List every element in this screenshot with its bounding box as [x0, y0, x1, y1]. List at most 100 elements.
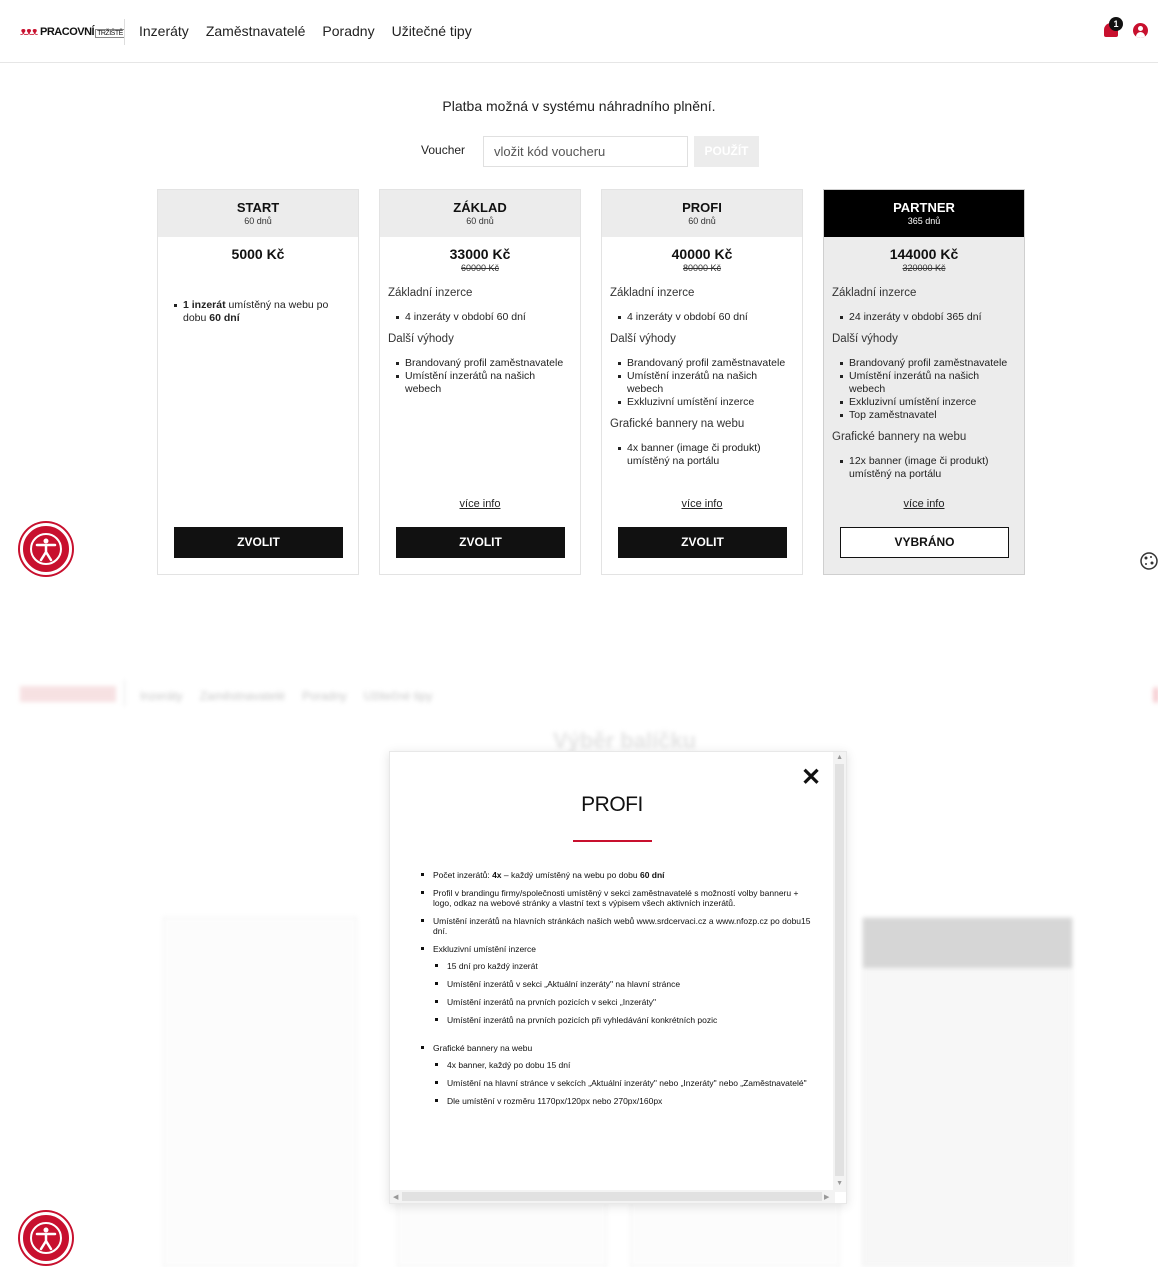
list-item: Počet inzerátů: 4x – každý umístěný na w… — [419, 870, 811, 880]
notification-badge: 1 — [1109, 17, 1123, 31]
list-item: Brandovaný profil zaměstnavatele — [618, 357, 794, 370]
selected-button[interactable]: VYBRÁNO — [840, 527, 1009, 558]
sub-list-item: Umístění inzerátů v sekci „Aktuální inze… — [433, 979, 811, 989]
user-icon[interactable] — [1133, 23, 1148, 38]
logo-text: PRACOVNÍ TRŽIŠTĚ — [40, 26, 125, 38]
scroll-right-arrow-icon[interactable]: ▶ — [824, 1193, 829, 1201]
section-title: Grafické bannery na webu — [832, 431, 967, 443]
list-item: Exkluzivní umístění inzerce 15 dní pro k… — [419, 944, 811, 1025]
accessibility-icon[interactable] — [20, 523, 72, 575]
header-divider — [124, 19, 125, 45]
scroll-up-arrow-icon[interactable]: ▲ — [836, 754, 843, 761]
modal-title: PROFI — [581, 793, 643, 816]
ghost-icon — [1153, 687, 1158, 703]
ghost-logo — [20, 686, 116, 702]
sub-list-item: Dle umístění v rozměru 1170px/120px nebo… — [433, 1096, 811, 1106]
top-header: ᴥᴥᴥ PRACOVNÍ TRŽIŠTĚ Inzeráty Zaměstnavat… — [0, 0, 1158, 63]
list-item: 4 inzeráty v období 60 dní — [396, 311, 572, 324]
section-title: Další výhody — [388, 333, 454, 345]
voucher-input[interactable] — [483, 136, 688, 167]
modal-content: Počet inzerátů: 4x – každý umístěný na w… — [419, 870, 811, 1114]
sub-list-item: 4x banner, každý po dobu 15 dní — [433, 1060, 811, 1070]
sub-list-item: 15 dní pro každý inzerát — [433, 961, 811, 971]
scroll-down-arrow-icon[interactable]: ▼ — [836, 1180, 843, 1187]
package-header: START 60 dnů — [158, 190, 358, 237]
package-header: PARTNER 365 dnů — [824, 190, 1024, 237]
ghost-nav-item: Inzeráty — [140, 689, 183, 703]
list-item: 1 inzerát umístěný na webu po dobu 60 dn… — [174, 299, 350, 325]
package-duration: 60 dnů — [244, 216, 272, 226]
list-item: 24 inzeráty v období 365 dní — [840, 311, 1016, 324]
main-nav: Inzeráty Zaměstnavatelé Poradny Užitečné… — [139, 23, 472, 39]
list-item: 12x banner (image či produkt) umístěný n… — [840, 455, 1016, 481]
package-name: PROFI — [682, 200, 722, 215]
package-name: PARTNER — [893, 200, 955, 215]
accessibility-figure — [30, 1222, 62, 1254]
package-card-profi: PROFI 60 dnů 40000 Kč 80000 Kč Základní … — [601, 189, 803, 575]
bell-icon[interactable]: 1 — [1101, 17, 1123, 41]
package-price: 144000 Kč — [889, 246, 959, 262]
nav-item-poradny[interactable]: Poradny — [322, 23, 374, 39]
package-price: 5000 Kč — [231, 246, 285, 262]
more-info-link[interactable]: více info — [824, 498, 1024, 510]
package-duration: 60 dnů — [466, 216, 494, 226]
section-title: Další výhody — [610, 333, 676, 345]
choose-button[interactable]: ZVOLIT — [174, 527, 343, 558]
list-item: Profil v brandingu firmy/společnosti umí… — [419, 888, 811, 908]
ghost-card-head — [863, 918, 1072, 968]
close-icon[interactable]: ✕ — [801, 766, 821, 790]
choose-button[interactable]: ZVOLIT — [618, 527, 787, 558]
logo-figures-icon: ᴥᴥᴥ — [20, 26, 38, 38]
list-item: 4 inzeráty v období 60 dní — [618, 311, 794, 324]
package-detail-modal: ✕ PROFI Počet inzerátů: 4x – každý umíst… — [389, 751, 847, 1204]
package-card-start: START 60 dnů 5000 Kč 1 inzerát umístěný … — [157, 189, 359, 575]
scrollbar-thumb[interactable] — [835, 764, 844, 1176]
package-price: 33000 Kč — [449, 246, 511, 262]
list-item: Exkluzivní umístění inzerce — [618, 396, 794, 409]
list-item: 4x banner (image či produkt) umístěný na… — [618, 442, 794, 468]
package-old-price: 80000 Kč — [682, 263, 722, 273]
list-item: Exkluzivní umístění inzerce — [840, 396, 1016, 409]
list-item: Umístění inzerátů na hlavních stránkách … — [419, 916, 811, 936]
nav-item-zamestnavatele[interactable]: Zaměstnavatelé — [206, 23, 306, 39]
cookie-icon[interactable] — [1139, 551, 1158, 571]
package-body: 1 inzerát umístěný na webu po dobu 60 dn… — [158, 299, 358, 325]
package-body: Základní inzerce 24 inzeráty v období 36… — [824, 287, 1024, 481]
scroll-left-arrow-icon[interactable]: ◀ — [393, 1193, 398, 1201]
section-title: Základní inzerce — [610, 287, 695, 299]
package-old-price: 320000 Kč — [902, 263, 946, 273]
package-name: START — [236, 200, 280, 215]
more-info-link[interactable]: více info — [602, 498, 802, 510]
list-item: Umístění inzerátů na našich webech — [840, 370, 1016, 396]
list-item: Umístění inzerátů na našich webech — [396, 370, 572, 396]
sub-list-item: Umístění inzerátů na prvních pozicích v … — [433, 997, 811, 1007]
ghost-nav: Inzeráty Zaměstnavatelé Poradny Užitečné… — [140, 689, 432, 703]
ghost-card — [862, 917, 1073, 1267]
nav-item-uzitecne-tipy[interactable]: Užitečné tipy — [392, 23, 472, 39]
package-header: ZÁKLAD 60 dnů — [380, 190, 580, 237]
list-item: Brandovaný profil zaměstnavatele — [396, 357, 572, 370]
sub-list-item: Umístění na hlavní stránce v sekcích „Ak… — [433, 1078, 811, 1088]
section-title: Další výhody — [832, 333, 898, 345]
nav-item-inzeraty[interactable]: Inzeráty — [139, 23, 189, 39]
voucher-label: Voucher — [421, 143, 466, 157]
more-info-link[interactable]: více info — [380, 498, 580, 510]
scrollbar-thumb[interactable] — [402, 1192, 822, 1201]
package-body: Základní inzerce 4 inzeráty v období 60 … — [602, 287, 802, 468]
section-title: Grafické bannery na webu — [610, 418, 745, 430]
package-body: Základní inzerce 4 inzeráty v období 60 … — [380, 287, 580, 396]
package-header: PROFI 60 dnů — [602, 190, 802, 237]
ghost-nav-item: Užitečné tipy — [363, 689, 433, 703]
horizontal-scrollbar[interactable] — [390, 1190, 835, 1203]
section-title: Základní inzerce — [832, 287, 917, 299]
ghost-nav-item: Zaměstnavatelé — [199, 689, 286, 703]
choose-button[interactable]: ZVOLIT — [396, 527, 565, 558]
voucher-apply-button[interactable]: POUŽÍT — [694, 136, 759, 167]
package-card-zaklad: ZÁKLAD 60 dnů 33000 Kč 60000 Kč Základní… — [379, 189, 581, 575]
site-logo[interactable]: ᴥᴥᴥ PRACOVNÍ TRŽIŠTĚ — [20, 22, 125, 42]
vertical-scrollbar[interactable] — [833, 752, 846, 1192]
ghost-divider — [124, 680, 125, 706]
accessibility-icon[interactable] — [20, 1212, 72, 1264]
package-name: ZÁKLAD — [453, 200, 507, 215]
ghost-card — [163, 917, 357, 1267]
